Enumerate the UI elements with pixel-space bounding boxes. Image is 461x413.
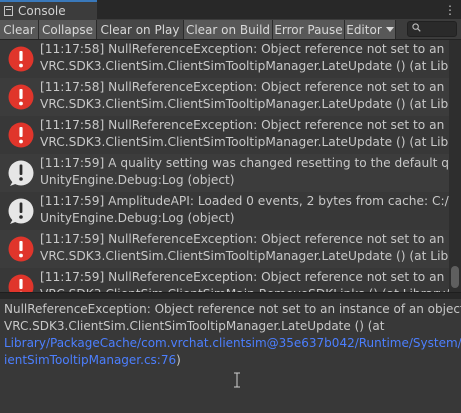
error-pause-label: Error Pause: [274, 22, 343, 37]
log-message: [11:17:58] NullReferenceException: Objec…: [40, 118, 449, 132]
scrollbar-thumb[interactable]: [451, 266, 459, 288]
error-icon: [8, 84, 34, 110]
detail-method: VRC.SDK3.ClientSim.ClientSimTooltipManag…: [4, 319, 385, 333]
log-detail-panel[interactable]: NullReferenceException: Object reference…: [0, 299, 461, 413]
tab-strip: Console ⋮: [0, 0, 461, 19]
log-stacktrace: VRC.SDK3.ClientSim.ClientSimTooltipManag…: [40, 135, 449, 149]
clear-button[interactable]: Clear: [0, 20, 39, 39]
detail-source-link-cont[interactable]: ientSimTooltipManager.cs:76: [4, 353, 176, 367]
detail-message: NullReferenceException: Object reference…: [4, 302, 461, 316]
editor-dropdown[interactable]: Editor: [345, 20, 396, 39]
log-stacktrace: VRC.SDK3.ClientSim.ClientSimTooltipManag…: [40, 97, 449, 111]
log-stacktrace: VRC.SDK3.ClientSim.ClientSimTooltipManag…: [40, 249, 449, 263]
search-input[interactable]: [407, 21, 457, 37]
clear-button-label: Clear: [3, 22, 35, 37]
log-entry[interactable]: [11:17:59] A quality setting was changed…: [0, 154, 449, 192]
clear-on-build-toggle[interactable]: Clear on Build: [184, 20, 273, 39]
stack-trace: NullReferenceException: Object reference…: [4, 301, 461, 369]
console-icon: [4, 5, 13, 16]
console-toolbar: Clear Collapse Clear on Play Clear on Bu…: [0, 19, 461, 40]
editor-dropdown-label: Editor: [346, 22, 382, 37]
log-list[interactable]: [11:17:58] NullReferenceException: Objec…: [0, 40, 449, 292]
log-message: [11:17:58] NullReferenceException: Objec…: [40, 80, 449, 94]
more-options-icon[interactable]: ⋮: [444, 3, 456, 17]
info-icon: [8, 198, 34, 224]
error-icon: [8, 122, 34, 148]
tab-console[interactable]: Console: [0, 0, 97, 19]
log-message: [11:17:59] NullReferenceException: Objec…: [40, 232, 449, 246]
error-pause-toggle[interactable]: Error Pause: [273, 20, 345, 39]
clear-on-play-toggle[interactable]: Clear on Play: [97, 20, 184, 39]
error-icon: [8, 274, 34, 292]
tab-console-label: Console: [18, 3, 66, 18]
log-message: [11:17:58] NullReferenceException: Objec…: [40, 42, 449, 56]
collapse-toggle[interactable]: Collapse: [39, 20, 97, 39]
text-cursor-icon: [234, 372, 240, 388]
log-scrollbar[interactable]: [449, 40, 461, 292]
info-icon: [8, 160, 34, 186]
log-message: [11:17:59] NullReferenceException: Objec…: [40, 270, 449, 284]
log-entry[interactable]: [11:17:59] NullReferenceException: Objec…: [0, 268, 449, 292]
chevron-down-icon: [385, 27, 394, 32]
log-entry[interactable]: [11:17:59] AmplitudeAPI: Loaded 0 events…: [0, 192, 449, 230]
clear-on-play-label: Clear on Play: [100, 22, 180, 37]
error-icon: [8, 236, 34, 262]
log-entry[interactable]: [11:17:59] NullReferenceException: Objec…: [0, 230, 449, 268]
detail-source-link[interactable]: Library/PackageCache/com.vrchat.clientsi…: [4, 335, 461, 352]
search-icon: [412, 23, 421, 32]
log-message: [11:17:59] A quality setting was changed…: [40, 156, 449, 170]
log-message: [11:17:59] AmplitudeAPI: Loaded 0 events…: [40, 194, 449, 208]
log-entry[interactable]: [11:17:58] NullReferenceException: Objec…: [0, 78, 449, 116]
console-window: Console ⋮ Clear Collapse Clear on Play C…: [0, 0, 461, 413]
error-icon: [8, 46, 34, 72]
log-stacktrace: UnityEngine.Debug:Log (object): [40, 173, 235, 187]
log-stacktrace: UnityEngine.Debug:Log (object): [40, 211, 235, 225]
log-stacktrace: VRC.SDK3.ClientSim.ClientSimTooltipManag…: [40, 59, 449, 73]
clear-on-build-label: Clear on Build: [185, 22, 271, 37]
log-entry[interactable]: [11:17:58] NullReferenceException: Objec…: [0, 116, 449, 154]
log-entry[interactable]: [11:17:58] NullReferenceException: Objec…: [0, 40, 449, 78]
collapse-toggle-label: Collapse: [42, 22, 93, 37]
panel-splitter[interactable]: [0, 292, 461, 299]
detail-suffix: ): [176, 353, 181, 367]
